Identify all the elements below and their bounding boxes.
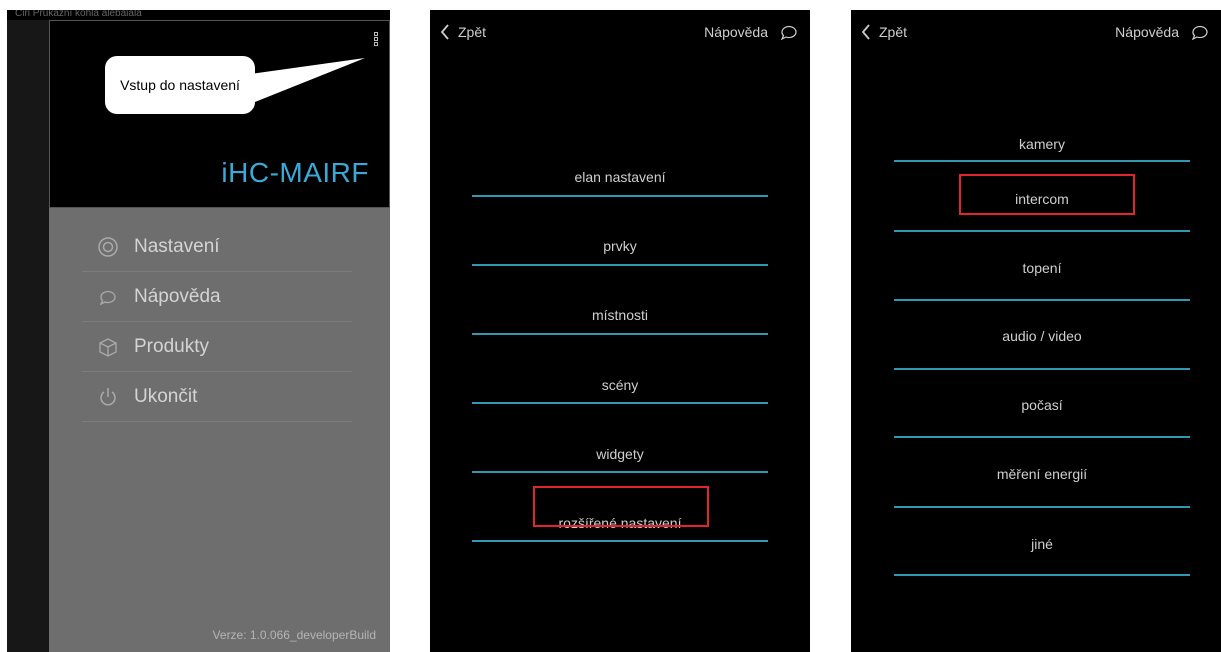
highlight-box xyxy=(533,486,709,527)
list-item[interactable]: kamery xyxy=(894,124,1190,164)
top-bar: Zpět Nápověda xyxy=(430,10,810,54)
help-label: Nápověda xyxy=(704,24,768,40)
settings-callout: Vstup do nastavení xyxy=(105,56,365,116)
list-item[interactable]: jiné xyxy=(894,524,1190,564)
box-icon xyxy=(82,336,134,358)
divider xyxy=(894,299,1190,301)
help-button[interactable]: Nápověda xyxy=(1115,24,1209,40)
menu-item-label: Nápověda xyxy=(134,285,221,307)
divider xyxy=(472,540,768,542)
list-item[interactable]: měření energií xyxy=(894,454,1190,494)
menu-item-exit[interactable]: Ukončit xyxy=(82,372,352,422)
drawer-menu: Nastavení Nápověda Produkty Ukončit xyxy=(82,222,352,422)
list-item[interactable]: audio / video xyxy=(894,316,1190,356)
divider xyxy=(894,160,1190,162)
list-item[interactable]: místnosti xyxy=(472,295,768,335)
chat-bubble-icon xyxy=(1191,25,1208,40)
chevron-left-icon xyxy=(861,24,870,40)
menu-item-label: Nastavení xyxy=(134,235,220,257)
gear-icon xyxy=(82,236,134,258)
drawer-header: Vstup do nastavení iHC-MAIRF xyxy=(49,20,390,208)
divider xyxy=(472,195,768,197)
brand-logo-text: iHC-MAIRF xyxy=(221,157,369,188)
navigation-drawer: Vstup do nastavení iHC-MAIRF Nastavení N… xyxy=(49,20,390,652)
screen-settings: Zpět Nápověda elan nastavení prvky místn… xyxy=(430,10,810,652)
screen-drawer: Ciri Průkazní kohla alebaiala Vstup do n… xyxy=(7,10,390,652)
back-label: Zpět xyxy=(458,24,487,40)
menu-item-products[interactable]: Produkty xyxy=(82,322,352,372)
list-item[interactable]: počasí xyxy=(894,385,1190,425)
divider xyxy=(472,333,768,335)
help-button[interactable]: Nápověda xyxy=(704,24,798,40)
divider xyxy=(472,264,768,266)
back-button[interactable]: Zpět xyxy=(861,24,907,40)
list-item[interactable]: elan nastavení xyxy=(472,157,768,197)
overflow-menu-icon[interactable] xyxy=(373,31,381,51)
menu-item-settings[interactable]: Nastavení xyxy=(82,222,352,272)
menu-item-label: Produkty xyxy=(134,335,209,357)
list-item[interactable]: topení xyxy=(894,248,1190,288)
callout-text: Vstup do nastavení xyxy=(105,56,255,114)
screen-extended-settings: Zpět Nápověda kamery intercom topení aud… xyxy=(851,10,1221,652)
chat-bubble-icon xyxy=(82,286,134,308)
top-bar: Zpět Nápověda xyxy=(851,10,1221,54)
back-button[interactable]: Zpět xyxy=(440,24,486,40)
divider xyxy=(894,436,1190,438)
help-label: Nápověda xyxy=(1115,24,1179,40)
list-item[interactable]: prvky xyxy=(472,226,768,266)
divider xyxy=(894,230,1190,232)
list-item[interactable]: scény xyxy=(472,365,768,405)
back-label: Zpět xyxy=(879,24,908,40)
chat-bubble-icon xyxy=(780,25,797,40)
list-item[interactable]: widgety xyxy=(472,434,768,474)
divider xyxy=(472,402,768,404)
divider xyxy=(894,574,1190,576)
app-background-edge xyxy=(7,20,49,652)
power-icon xyxy=(82,386,134,408)
divider xyxy=(472,471,768,473)
menu-item-help[interactable]: Nápověda xyxy=(82,272,352,322)
menu-item-label: Ukončit xyxy=(134,385,198,407)
divider xyxy=(894,368,1190,370)
chevron-left-icon xyxy=(440,24,449,40)
divider xyxy=(894,506,1190,508)
version-text: Verze: 1.0.066_developerBuild xyxy=(212,628,376,642)
highlight-box xyxy=(959,174,1135,215)
status-bar: Ciri Průkazní kohla alebaiala xyxy=(15,10,142,19)
